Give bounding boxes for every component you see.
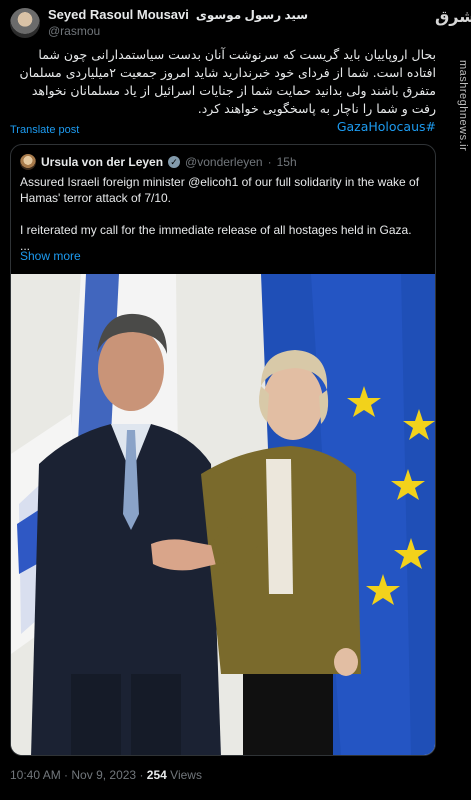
post-footer: 10:40 AM · Nov 9, 2023 · 254 Views: [10, 768, 202, 782]
quoted-text-ellipsis: ...: [20, 239, 31, 253]
post-text-block: بحال اروپاییان باید گریست که سرنوشت آنان…: [10, 46, 436, 136]
quoted-author-handle[interactable]: @vonderleyen: [185, 155, 263, 169]
post-text: بحال اروپاییان باید گریست که سرنوشت آنان…: [19, 47, 436, 116]
quoted-post-card[interactable]: Ursula von der Leyen ✓ @vonderleyen · 15…: [10, 144, 436, 756]
quoted-author-avatar[interactable]: [20, 154, 36, 170]
views-label: Views: [170, 768, 202, 782]
author-name-row: Seyed Rasoul Mousavi سید رسول موسوی: [48, 7, 308, 22]
quoted-text-line-1: Assured Israeli foreign minister @elicoh…: [20, 175, 420, 205]
post-hashtag[interactable]: #GazaHolocaus: [337, 119, 436, 134]
author-names: Seyed Rasoul Mousavi سید رسول موسوی @ras…: [48, 7, 308, 38]
quoted-post-photo[interactable]: [11, 274, 435, 755]
quoted-post-header: Ursula von der Leyen ✓ @vonderleyen · 15…: [20, 154, 297, 170]
author-avatar[interactable]: [10, 8, 40, 38]
views-count: 254: [146, 768, 167, 782]
post-date[interactable]: Nov 9, 2023: [71, 768, 136, 782]
mashregh-logo: مشرق: [435, 7, 471, 26]
quoted-post-text: Assured Israeli foreign minister @elicoh…: [20, 174, 428, 254]
post-page: Seyed Rasoul Mousavi سید رسول موسوی @ras…: [0, 0, 471, 800]
quoted-text-line-2: I reiterated my call for the immediate r…: [20, 223, 412, 237]
translate-post-link[interactable]: Translate post: [10, 124, 79, 136]
post-header: Seyed Rasoul Mousavi سید رسول موسوی @ras…: [10, 7, 431, 41]
post-time[interactable]: 10:40 AM: [10, 768, 61, 782]
author-display-name-fa[interactable]: سید رسول موسوی: [196, 8, 308, 22]
author-display-name[interactable]: Seyed Rasoul Mousavi: [48, 7, 189, 22]
photo-illustration: [11, 274, 435, 755]
verified-badge-icon: ✓: [168, 156, 181, 168]
quoted-post-time: 15h: [276, 155, 297, 169]
watermark-site: mashreghnews.ir: [457, 60, 469, 152]
show-more-link[interactable]: Show more: [20, 249, 81, 263]
quoted-author-name[interactable]: Ursula von der Leyen: [41, 155, 163, 169]
author-handle[interactable]: @rasmou: [48, 24, 308, 38]
time-separator: ·: [267, 155, 272, 169]
footer-dot-2: ·: [139, 768, 147, 782]
